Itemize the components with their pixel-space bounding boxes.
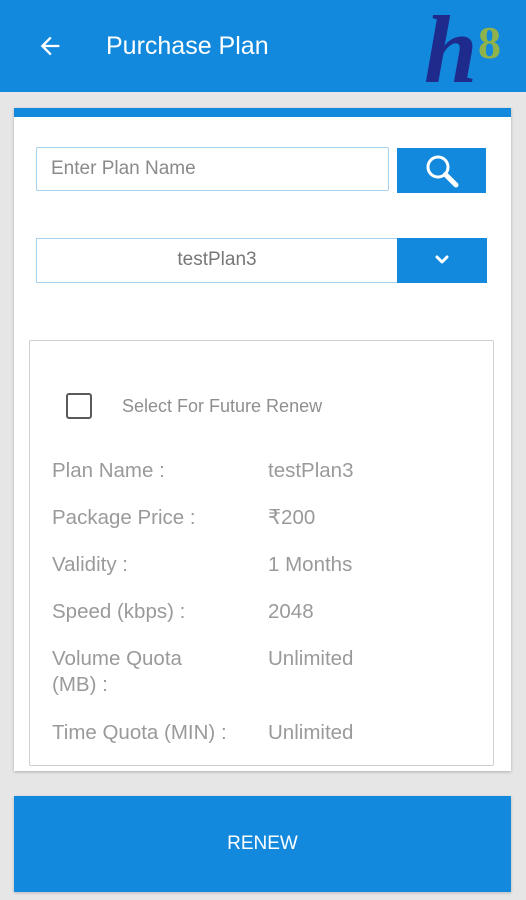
brand-logo: h 8 xyxy=(424,2,501,90)
magnifier-icon xyxy=(426,155,458,187)
logo-digit: 8 xyxy=(478,17,501,68)
chevron-down-icon xyxy=(435,255,449,264)
volume-label-line1: Volume Quota xyxy=(52,647,182,670)
renew-button[interactable]: RENEW xyxy=(14,796,511,892)
time-label: Time Quota (MIN) : xyxy=(52,721,227,744)
back-button[interactable] xyxy=(34,30,66,62)
validity-value: 1 Months xyxy=(268,553,353,576)
speed-value: 2048 xyxy=(268,600,314,623)
page-title: Purchase Plan xyxy=(106,32,269,60)
plan-name-value: testPlan3 xyxy=(268,459,354,482)
search-button[interactable] xyxy=(397,148,486,193)
purchase-card: testPlan3 Select For Future Renew Plan N… xyxy=(14,108,511,771)
selected-plan: testPlan3 xyxy=(177,249,257,270)
price-label: Package Price : xyxy=(52,506,196,529)
volume-label-line2: (MB) : xyxy=(52,673,108,696)
plan-dropdown[interactable]: testPlan3 xyxy=(36,237,487,283)
time-value: Unlimited xyxy=(268,721,354,744)
future-renew-checkbox[interactable] xyxy=(66,393,92,419)
plan-name-input[interactable] xyxy=(36,147,389,191)
volume-value: Unlimited xyxy=(268,647,354,670)
volume-label: Volume Quota (MB) : xyxy=(52,646,182,698)
app-bar: Purchase Plan h 8 xyxy=(0,0,526,92)
future-renew-label: Select For Future Renew xyxy=(122,396,323,416)
logo-letter: h xyxy=(424,2,477,90)
arrow-left-icon xyxy=(40,36,60,56)
price-value: ₹200 xyxy=(268,506,316,529)
plan-name-label: Plan Name : xyxy=(52,459,165,482)
plan-details: Select For Future Renew Plan Name : test… xyxy=(29,340,494,766)
validity-label: Validity : xyxy=(52,553,128,576)
speed-label: Speed (kbps) : xyxy=(52,600,186,623)
dropdown-toggle[interactable] xyxy=(397,237,487,283)
